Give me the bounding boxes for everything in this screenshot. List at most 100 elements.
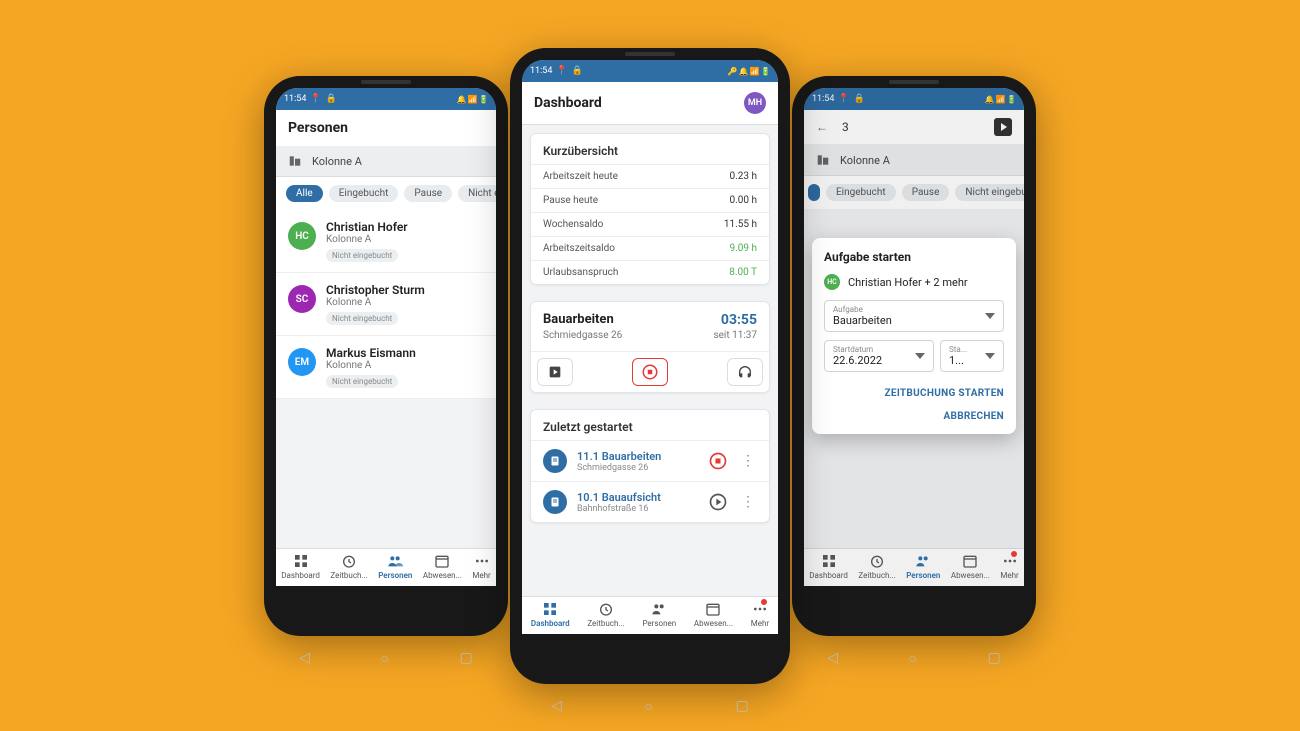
start-date-select[interactable]: Startdatum 22.6.2022	[824, 340, 934, 372]
status-badge: Nicht eingebucht	[326, 249, 398, 262]
person-group: Kolonne A	[326, 360, 416, 371]
play-recent-button[interactable]	[707, 491, 729, 513]
nav-abwesen[interactable]: Abwesen...	[423, 553, 462, 580]
stop-recent-button[interactable]	[707, 450, 729, 472]
chip-alle[interactable]: Alle	[286, 185, 323, 202]
person-group: Kolonne A	[326, 234, 408, 245]
lock-icon: 🔒	[572, 66, 583, 76]
modal-user-row[interactable]: HC Christian Hofer + 2 mehr	[824, 274, 1004, 290]
quick-overview-card: Kurzübersicht Arbeitszeit heute0.23 h Pa…	[530, 133, 770, 285]
status-badge: Nicht eingebucht	[326, 312, 398, 325]
person-name: Christopher Sturm	[326, 283, 425, 297]
task-actions	[531, 351, 769, 392]
chip-nicht-eingebucht[interactable]: Nicht eingeb...	[458, 185, 496, 202]
start-booking-button[interactable]: ZEITBUCHUNG STARTEN	[885, 388, 1004, 399]
nav-personen[interactable]: Personen	[378, 553, 412, 580]
group-row[interactable]: Kolonne A	[276, 146, 496, 177]
phone-mockups: 11:54📍🔒 🔔 📶 🔋 Personen Kolonne A Alle Ei…	[0, 0, 1300, 731]
pause-button[interactable]	[727, 358, 763, 386]
play-next-button[interactable]	[537, 358, 573, 386]
company-icon	[288, 154, 302, 168]
screen-left: 11:54📍🔒 🔔 📶 🔋 Personen Kolonne A Alle Ei…	[276, 88, 496, 586]
field-value: 22.6.2022	[833, 354, 882, 367]
nav-dashboard[interactable]: Dashboard	[281, 553, 320, 580]
person-group: Kolonne A	[326, 297, 425, 308]
recent-item[interactable]: 11.1 Bauarbeiten Schmiedgasse 26 ⋮	[531, 440, 769, 481]
stop-button[interactable]	[632, 358, 668, 386]
current-task-card: Bauarbeiten 03:55 Schmiedgasse 26 seit 1…	[530, 301, 770, 393]
recent-sub: Bahnhofstraße 16	[577, 504, 697, 514]
recent-name: 10.1 Bauaufsicht	[577, 491, 697, 504]
phone-left: 11:54📍🔒 🔔 📶 🔋 Personen Kolonne A Alle Ei…	[264, 76, 508, 636]
field-label: Aufgabe	[833, 305, 892, 314]
task-address: Schmiedgasse 26	[543, 330, 622, 341]
nav-mehr[interactable]: Mehr	[1000, 553, 1018, 580]
screen-center: 11:54📍🔒 🔑 🔔 📶 🔋 Dashboard MH Kurzübersic…	[522, 60, 778, 634]
phone-center: 11:54📍🔒 🔑 🔔 📶 🔋 Dashboard MH Kurzübersic…	[510, 48, 790, 684]
back-icon[interactable]: ◁	[827, 650, 838, 666]
recent-item[interactable]: 10.1 Bauaufsicht Bahnhofstraße 16 ⋮	[531, 481, 769, 522]
title-text: Personen	[288, 120, 348, 136]
person-name: Markus Eismann	[326, 346, 416, 360]
chevron-down-icon	[915, 351, 925, 361]
field-value: Bauarbeiten	[833, 314, 892, 327]
nav-mehr[interactable]: Mehr	[472, 553, 490, 580]
nav-zeitbuch[interactable]: Zeitbuch...	[858, 553, 895, 580]
person-list: HC Christian Hofer Kolonne A Nicht einge…	[276, 210, 496, 399]
nav-zeitbuch[interactable]: Zeitbuch...	[587, 601, 624, 628]
list-item[interactable]: HC Christian Hofer Kolonne A Nicht einge…	[276, 210, 496, 273]
nav-mehr[interactable]: Mehr	[751, 601, 769, 628]
status-time: 11:54	[530, 66, 552, 76]
home-icon[interactable]: ○	[909, 650, 917, 667]
recents-icon[interactable]: ▢	[736, 698, 749, 714]
field-value: 1...	[949, 354, 967, 367]
chip-pause[interactable]: Pause	[404, 185, 452, 202]
more-icon[interactable]: ⋮	[739, 453, 757, 469]
modal-user-text: Christian Hofer + 2 mehr	[848, 276, 968, 289]
notification-dot	[1011, 551, 1017, 557]
nav-abwesen[interactable]: Abwesen...	[694, 601, 733, 628]
row-worktime-today: Arbeitszeit heute0.23 h	[531, 164, 769, 188]
back-icon[interactable]: ◁	[551, 698, 562, 714]
task-since: seit 11:37	[713, 330, 757, 341]
avatar: HC	[824, 274, 840, 290]
list-item[interactable]: SC Christopher Sturm Kolonne A Nicht ein…	[276, 273, 496, 336]
nav-zeitbuch[interactable]: Zeitbuch...	[330, 553, 367, 580]
status-bar: 11:54📍🔒 🔔 📶 🔋	[276, 88, 496, 110]
bottom-nav: Dashboard Zeitbuch... Personen Abwesen..…	[522, 596, 778, 634]
page-header: Dashboard MH	[522, 82, 778, 125]
modal-title: Aufgabe starten	[824, 250, 1004, 264]
android-nav: ◁ ○ ▢	[510, 686, 790, 726]
chevron-down-icon	[985, 311, 995, 321]
status-badge: Nicht eingebucht	[326, 375, 398, 388]
document-icon	[543, 449, 567, 473]
home-icon[interactable]: ○	[381, 650, 389, 667]
screen-right: 11:54📍🔒 🔔 📶 🔋 ← 3 Kolonne A Eingebucht P…	[804, 88, 1024, 586]
avatar: EM	[288, 348, 316, 376]
nav-personen[interactable]: Personen	[906, 553, 940, 580]
row-work-balance: Arbeitszeitsaldo9.09 h	[531, 236, 769, 260]
recents-icon[interactable]: ▢	[988, 650, 1001, 666]
recents-icon[interactable]: ▢	[460, 650, 473, 666]
more-icon[interactable]: ⋮	[739, 494, 757, 510]
list-item[interactable]: EM Markus Eismann Kolonne A Nicht eingeb…	[276, 336, 496, 399]
group-name: Kolonne A	[312, 155, 362, 168]
row-week-balance: Wochensaldo11.55 h	[531, 212, 769, 236]
chip-eingebucht[interactable]: Eingebucht	[329, 185, 399, 202]
nav-abwesen[interactable]: Abwesen...	[951, 553, 990, 580]
user-avatar[interactable]: MH	[744, 92, 766, 114]
page-title: Personen	[276, 110, 496, 146]
field-label: Startdatum	[833, 345, 882, 354]
card-title: Zuletzt gestartet	[531, 410, 769, 440]
task-title: Bauarbeiten	[543, 312, 614, 328]
task-select[interactable]: Aufgabe Bauarbeiten	[824, 300, 1004, 332]
cancel-button[interactable]: ABBRECHEN	[944, 411, 1005, 422]
back-icon[interactable]: ◁	[299, 650, 310, 666]
nav-personen[interactable]: Personen	[642, 601, 676, 628]
avatar: SC	[288, 285, 316, 313]
nav-dashboard[interactable]: Dashboard	[531, 601, 570, 628]
nav-dashboard[interactable]: Dashboard	[809, 553, 848, 580]
start-time-select[interactable]: Sta... 1...	[940, 340, 1004, 372]
home-icon[interactable]: ○	[645, 698, 653, 715]
chevron-down-icon	[985, 351, 995, 361]
